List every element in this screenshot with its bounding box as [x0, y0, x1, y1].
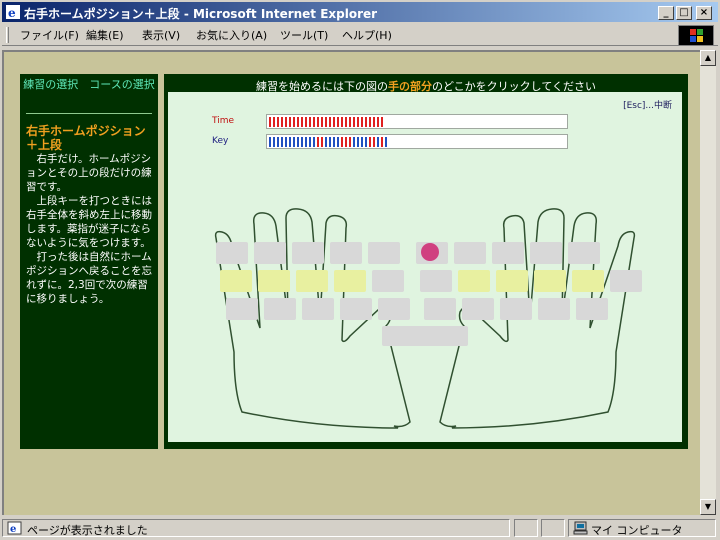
menu-edit[interactable]: 編集(E): [86, 27, 124, 43]
keyboard-key: [302, 298, 334, 320]
windows-logo-icon: [690, 29, 703, 42]
svg-text:e: e: [8, 6, 16, 20]
browser-window: e 右手ホームポジション＋上段 - Microsoft Internet Exp…: [0, 0, 720, 540]
keyboard-key: [330, 242, 362, 264]
keyboard-key: [420, 270, 452, 292]
sidebar-divider: [26, 113, 152, 114]
keyboard-key: [576, 298, 608, 320]
main-area: 練習を始めるには下の図の手の部分のどこかをクリックしてください [Esc]...…: [164, 74, 688, 449]
course-select-link[interactable]: コースの選択: [89, 78, 154, 91]
window-title: 右手ホームポジション＋上段 - Microsoft Internet Explo…: [24, 7, 378, 21]
hands-diagram[interactable]: [168, 92, 682, 442]
keyboard-key: [254, 242, 286, 264]
keyboard-key: [458, 270, 490, 292]
zone-text: マイ コンピュータ: [591, 524, 683, 537]
keyboard-key: [492, 242, 524, 264]
menu-favorites[interactable]: お気に入り(A): [196, 27, 267, 43]
status-bar: e ページが表示されました マイ コンピュータ: [2, 518, 718, 538]
menu-bar: ファイル(F) 編集(E) 表示(V) お気に入り(A) ツール(T) ヘルプ(…: [2, 24, 718, 46]
keyboard-key: [296, 270, 328, 292]
menu-tools[interactable]: ツール(T): [280, 27, 328, 43]
sidebar: 練習の選択 コースの選択 右手ホームポジション＋上段 右手だけ。ホームポジション…: [20, 74, 158, 449]
typing-panel: [Esc]...中断 Time Key: [168, 92, 682, 442]
keyboard-key: [292, 242, 324, 264]
scroll-down-button[interactable]: ▼: [700, 499, 716, 515]
menu-view[interactable]: 表示(V): [142, 27, 180, 43]
scroll-up-button[interactable]: ▲: [700, 50, 716, 66]
keyboard-key: [454, 242, 486, 264]
status-text: ページが表示されました: [27, 524, 148, 537]
keyboard-key: [530, 242, 562, 264]
keyboard-key: [538, 298, 570, 320]
lesson-heading: 右手ホームポジション＋上段: [26, 124, 146, 152]
keyboard-key: [258, 270, 290, 292]
menu-file[interactable]: ファイル(F): [20, 27, 79, 43]
keyboard-key: [226, 298, 258, 320]
vertical-scrollbar[interactable]: ▲ ▼: [700, 50, 716, 515]
keyboard-key: [216, 242, 248, 264]
title-bar[interactable]: e 右手ホームポジション＋上段 - Microsoft Internet Exp…: [2, 2, 718, 22]
close-button[interactable]: ×: [696, 6, 712, 20]
keyboard-key: [334, 270, 366, 292]
menu-help[interactable]: ヘルプ(H): [342, 27, 392, 43]
keyboard-key: [382, 326, 468, 346]
keyboard-key: [568, 242, 600, 264]
page-icon: e: [7, 521, 22, 535]
maximize-button[interactable]: □: [676, 6, 692, 20]
keyboard-key: [572, 270, 604, 292]
computer-icon: [573, 521, 588, 535]
practice-select-link[interactable]: 練習の選択: [23, 78, 78, 91]
ie-icon: e: [6, 5, 20, 20]
status-zone-cell: マイ コンピュータ: [568, 519, 716, 537]
next-key-marker: [421, 243, 439, 261]
keyboard-key: [378, 298, 410, 320]
keyboard-key: [500, 298, 532, 320]
throbber: [678, 25, 714, 46]
keyboard-key: [610, 270, 642, 292]
keyboard-key: [220, 270, 252, 292]
lesson-description: 右手だけ。ホームポジションとその上の段だけの練習です。 上段キーを打つときには右…: [26, 153, 152, 305]
page-viewport: 練習の選択 コースの選択 右手ホームポジション＋上段 右手だけ。ホームポジション…: [2, 50, 700, 515]
status-cell-1: [514, 519, 538, 537]
sidebar-nav: 練習の選択 コースの選択: [20, 78, 158, 92]
svg-text:e: e: [10, 524, 16, 535]
status-cell-2: [541, 519, 565, 537]
keyboard-key: [372, 270, 404, 292]
keyboard-key: [462, 298, 494, 320]
minimize-button[interactable]: _: [658, 6, 674, 20]
keyboard-key: [496, 270, 528, 292]
keyboard-key: [424, 298, 456, 320]
keyboard-key: [340, 298, 372, 320]
keyboard-key: [534, 270, 566, 292]
status-message-cell: e ページが表示されました: [2, 519, 510, 537]
toolbar-grip[interactable]: [6, 27, 9, 43]
keyboard-key: [264, 298, 296, 320]
keyboard-key: [368, 242, 400, 264]
